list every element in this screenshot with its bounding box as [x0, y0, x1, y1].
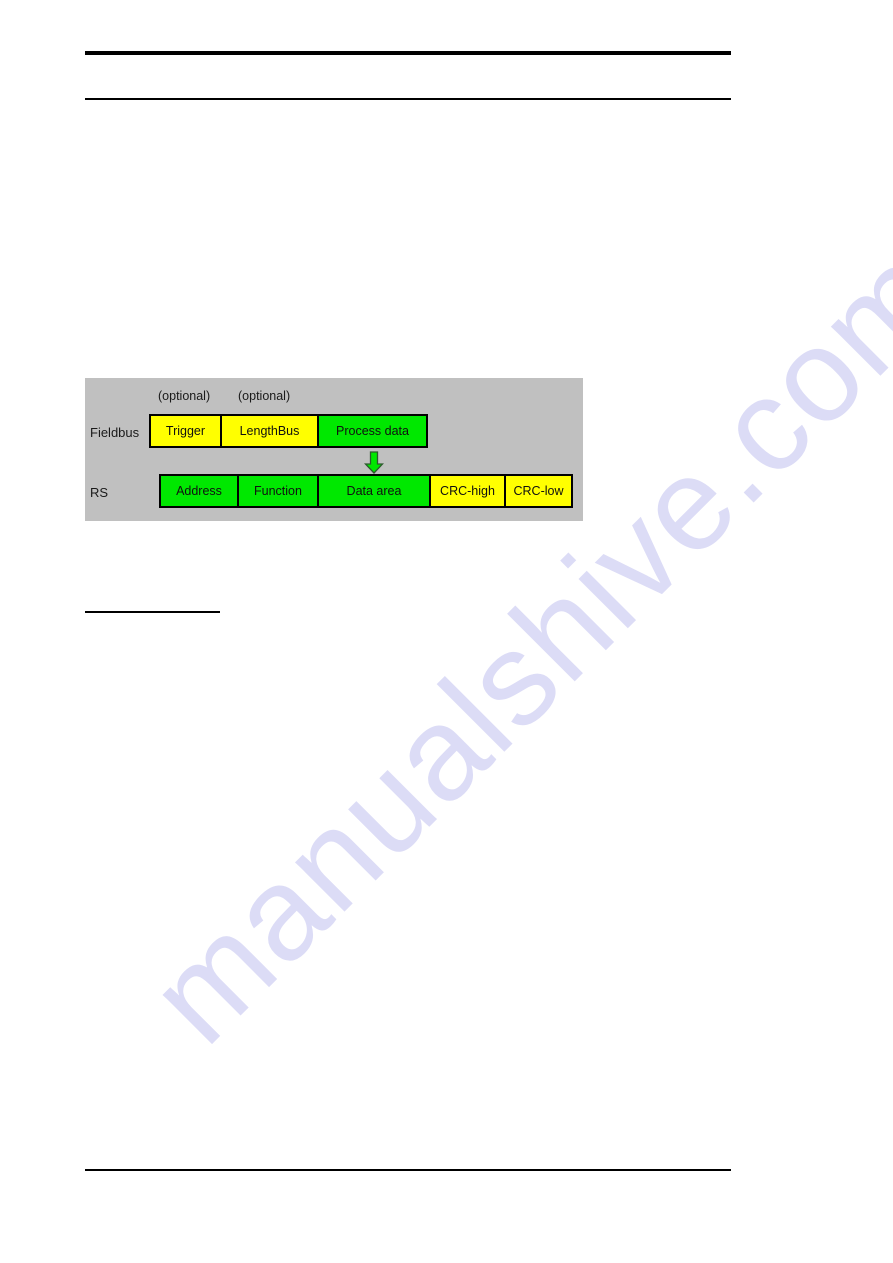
- watermark-layer: manualshive.com: [0, 0, 893, 1263]
- frame-cell-crc-low: CRC-low: [506, 476, 571, 506]
- frame-cell-trigger: Trigger: [151, 416, 222, 446]
- frame-cell-crc-high: CRC-high: [431, 476, 506, 506]
- frame-cell-process-data: Process data: [319, 416, 426, 446]
- watermark-text: manualshive.com: [121, 218, 893, 1071]
- header-rule-thick: [85, 51, 731, 55]
- optional-label-trigger: (optional): [158, 389, 211, 403]
- frame-row-fieldbus: Trigger LengthBus Process data: [149, 414, 428, 448]
- document-page: (optional) (optional) Fieldbus Trigger L…: [0, 0, 893, 1263]
- footer-rule: [85, 1169, 731, 1171]
- down-arrow-icon: [364, 451, 384, 474]
- row-label-fieldbus: Fieldbus: [90, 425, 140, 440]
- header-rule-thin: [85, 98, 731, 100]
- frame-structure-diagram: (optional) (optional) Fieldbus Trigger L…: [85, 378, 583, 521]
- frame-cell-function: Function: [239, 476, 319, 506]
- frame-cell-address: Address: [161, 476, 239, 506]
- row-label-rs: RS: [90, 485, 109, 500]
- optional-label-lengthbus: (optional): [238, 389, 291, 403]
- footnote-separator-rule: [85, 611, 220, 613]
- frame-cell-lengthbus: LengthBus: [222, 416, 319, 446]
- frame-row-rs: Address Function Data area CRC-high CRC-…: [159, 474, 573, 508]
- frame-cell-data-area: Data area: [319, 476, 431, 506]
